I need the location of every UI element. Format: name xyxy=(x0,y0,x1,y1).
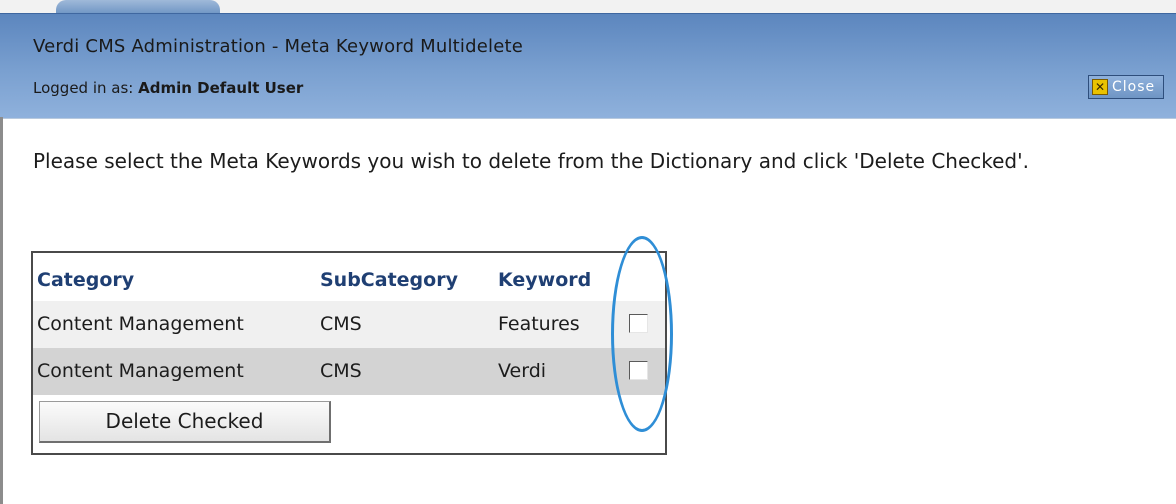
tab-strip xyxy=(0,0,1176,14)
instructions-text: Please select the Meta Keywords you wish… xyxy=(33,149,1029,173)
keyword-table: Category SubCategory Keyword Content Man… xyxy=(31,251,667,455)
close-button[interactable]: ✕ Close xyxy=(1088,75,1164,99)
actions-row: Delete Checked xyxy=(33,395,665,453)
category-cell: Content Management xyxy=(37,313,244,335)
keyword-cell: Features xyxy=(498,313,580,335)
close-label: Close xyxy=(1112,79,1156,95)
delete-checkbox-verdi[interactable] xyxy=(629,361,648,380)
header-keyword: Keyword xyxy=(498,269,592,291)
active-tab[interactable] xyxy=(56,0,220,14)
subcategory-cell: CMS xyxy=(320,313,362,335)
keyword-cell: Verdi xyxy=(498,360,547,382)
window-title: Verdi CMS Administration - Meta Keyword … xyxy=(33,36,524,57)
table-row: Content Management CMS Features xyxy=(33,301,665,348)
logged-in-status: Logged in as: Admin Default User xyxy=(33,79,303,97)
x-icon: ✕ xyxy=(1092,79,1108,95)
category-cell: Content Management xyxy=(37,360,244,382)
table-row: Content Management CMS Verdi xyxy=(33,348,665,395)
header-subcategory: SubCategory xyxy=(320,269,458,291)
left-border xyxy=(0,117,3,504)
delete-checked-button[interactable]: Delete Checked xyxy=(39,401,331,443)
logged-in-user: Admin Default User xyxy=(138,79,304,97)
logged-in-prefix: Logged in as: xyxy=(33,79,134,97)
header-category: Category xyxy=(37,269,135,291)
subcategory-cell: CMS xyxy=(320,360,362,382)
delete-checkbox-features[interactable] xyxy=(629,314,648,333)
title-bar: Verdi CMS Administration - Meta Keyword … xyxy=(0,13,1176,119)
